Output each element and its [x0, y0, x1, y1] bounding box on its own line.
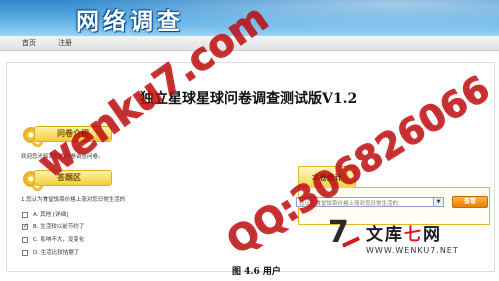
chevron-down-icon[interactable]: ▼ — [433, 198, 443, 206]
nav-register-link[interactable]: 注册 — [58, 38, 72, 48]
stats-tab: 本卷统计 — [298, 166, 356, 188]
site-header: 网络调查 — [0, 0, 499, 36]
stats-tab-title: 本卷统计 — [312, 173, 342, 182]
option-a[interactable]: A. 其他 [详细] — [22, 210, 68, 218]
nav-home-link[interactable]: 首页 — [22, 38, 36, 48]
option-d-label: D. 生活比较拮据了 — [33, 250, 80, 256]
screenshot-frame: 网络调查 首页 注册 独立星球星球问卷调查测试版V1.2 问卷介绍 欢迎您光临我… — [0, 0, 499, 281]
brand-logo: 7 文库七网 WWW.WENKU7.NET — [328, 218, 496, 262]
brand-name-tail: 网 — [423, 225, 442, 245]
brand-url: WWW.WENKU7.NET — [366, 246, 459, 255]
page-title: 独立星球星球问卷调查测试版V1.2 — [140, 91, 358, 107]
answer-section-title: 答题区 — [57, 173, 81, 182]
brand-name: 文库七网 — [366, 220, 442, 245]
option-d[interactable]: D. 生活比较拮据了 — [22, 248, 79, 256]
answer-section-header: 答题区 — [34, 170, 112, 186]
figure-caption: 图 4.6 用户 — [232, 267, 281, 277]
intro-text: 欢迎您光临我们的问卷调查问卷。 — [21, 154, 104, 160]
top-nav: 首页 注册 — [0, 36, 499, 51]
option-a-label: A. 其他 [详细] — [33, 212, 69, 218]
intro-section-title: 问卷介绍 — [57, 129, 89, 138]
site-logo[interactable]: 网络调查 — [76, 2, 184, 36]
option-c[interactable]: C. 影响不大，没变化 — [22, 235, 84, 243]
brand-name-red: 七 — [404, 225, 423, 245]
option-b-label: B. 生活较以前节约了 — [33, 224, 85, 230]
brand-name-black: 文库 — [366, 225, 404, 245]
question-text: 1.您认为食堂饭菜价格上涨对您日常生活的 — [21, 197, 126, 203]
header-sky-decoration — [0, 0, 499, 36]
option-c-checkbox[interactable] — [22, 236, 28, 243]
option-b[interactable]: B. 生活较以前节约了 — [22, 222, 84, 230]
option-a-checkbox[interactable] — [22, 211, 28, 218]
option-b-checkbox[interactable] — [22, 222, 29, 230]
stats-query-button[interactable]: 查看 — [452, 196, 488, 208]
select-value: 您认为食堂饭菜价格上涨对您日常生活的 — [299, 201, 399, 207]
intro-section-header: 问卷介绍 — [34, 126, 112, 142]
option-d-checkbox[interactable] — [22, 249, 28, 256]
option-c-label: C. 影响不大，没变化 — [33, 237, 85, 243]
stats-question-select[interactable]: 您认为食堂饭菜价格上涨对您日常生活的 ▼ — [296, 197, 444, 207]
